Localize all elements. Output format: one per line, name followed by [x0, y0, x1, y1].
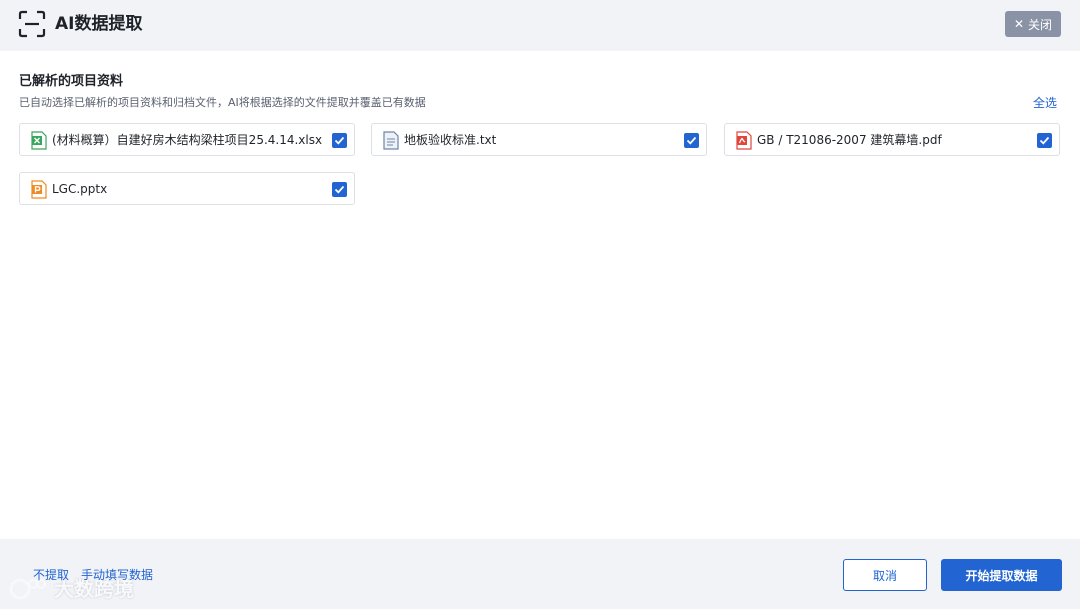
close-icon: ✕ — [1013, 17, 1025, 31]
file-checkbox[interactable] — [1037, 133, 1052, 148]
manual-fill-link[interactable]: 手动填写数据 — [81, 568, 153, 582]
file-name: LGC.pptx — [52, 182, 108, 196]
select-all-link[interactable]: 全选 — [1033, 94, 1057, 112]
dialog-body: 已解析的项目资料 已自动选择已解析的项目资料和归档文件，AI将根据选择的文件提取… — [0, 51, 1080, 539]
cancel-button[interactable]: 取消 — [843, 559, 927, 591]
file-card-xlsx[interactable]: (材料概算）自建好房木结构梁柱项目25.4.14.xlsx — [19, 123, 355, 156]
pdf-file-icon — [736, 131, 752, 150]
ppt-file-icon — [31, 180, 47, 199]
section-title: 已解析的项目资料 — [19, 74, 124, 89]
text-file-icon — [383, 131, 399, 150]
footer-links: 不提取 手动填写数据 — [33, 566, 153, 584]
file-checkbox[interactable] — [684, 133, 699, 148]
section-description: 已自动选择已解析的项目资料和归档文件，AI将根据选择的文件提取并覆盖已有数据 — [19, 96, 426, 109]
file-checkbox[interactable] — [332, 133, 347, 148]
file-name: GB / T21086-2007 建筑幕墙.pdf — [757, 133, 942, 147]
checkmark-icon — [334, 185, 345, 194]
scan-icon — [18, 10, 46, 38]
dialog-header: AI数据提取 ✕ 关闭 — [0, 0, 1080, 50]
checkmark-icon — [1039, 136, 1050, 145]
file-card-pdf[interactable]: GB / T21086-2007 建筑幕墙.pdf — [724, 123, 1060, 156]
start-extract-button[interactable]: 开始提取数据 — [941, 559, 1062, 591]
file-name: (材料概算）自建好房木结构梁柱项目25.4.14.xlsx — [52, 133, 322, 147]
file-checkbox[interactable] — [332, 182, 347, 197]
close-button-label: 关闭 — [1028, 17, 1053, 32]
skip-extract-link[interactable]: 不提取 — [33, 568, 69, 582]
checkmark-icon — [334, 136, 345, 145]
file-card-txt[interactable]: 地板验收标准.txt — [371, 123, 707, 156]
file-card-pptx[interactable]: LGC.pptx — [19, 172, 355, 205]
excel-file-icon — [31, 131, 47, 150]
dialog-title: AI数据提取 — [55, 14, 143, 34]
file-name: 地板验收标准.txt — [404, 133, 497, 147]
close-button[interactable]: ✕ 关闭 — [1005, 11, 1061, 37]
checkmark-icon — [686, 136, 697, 145]
